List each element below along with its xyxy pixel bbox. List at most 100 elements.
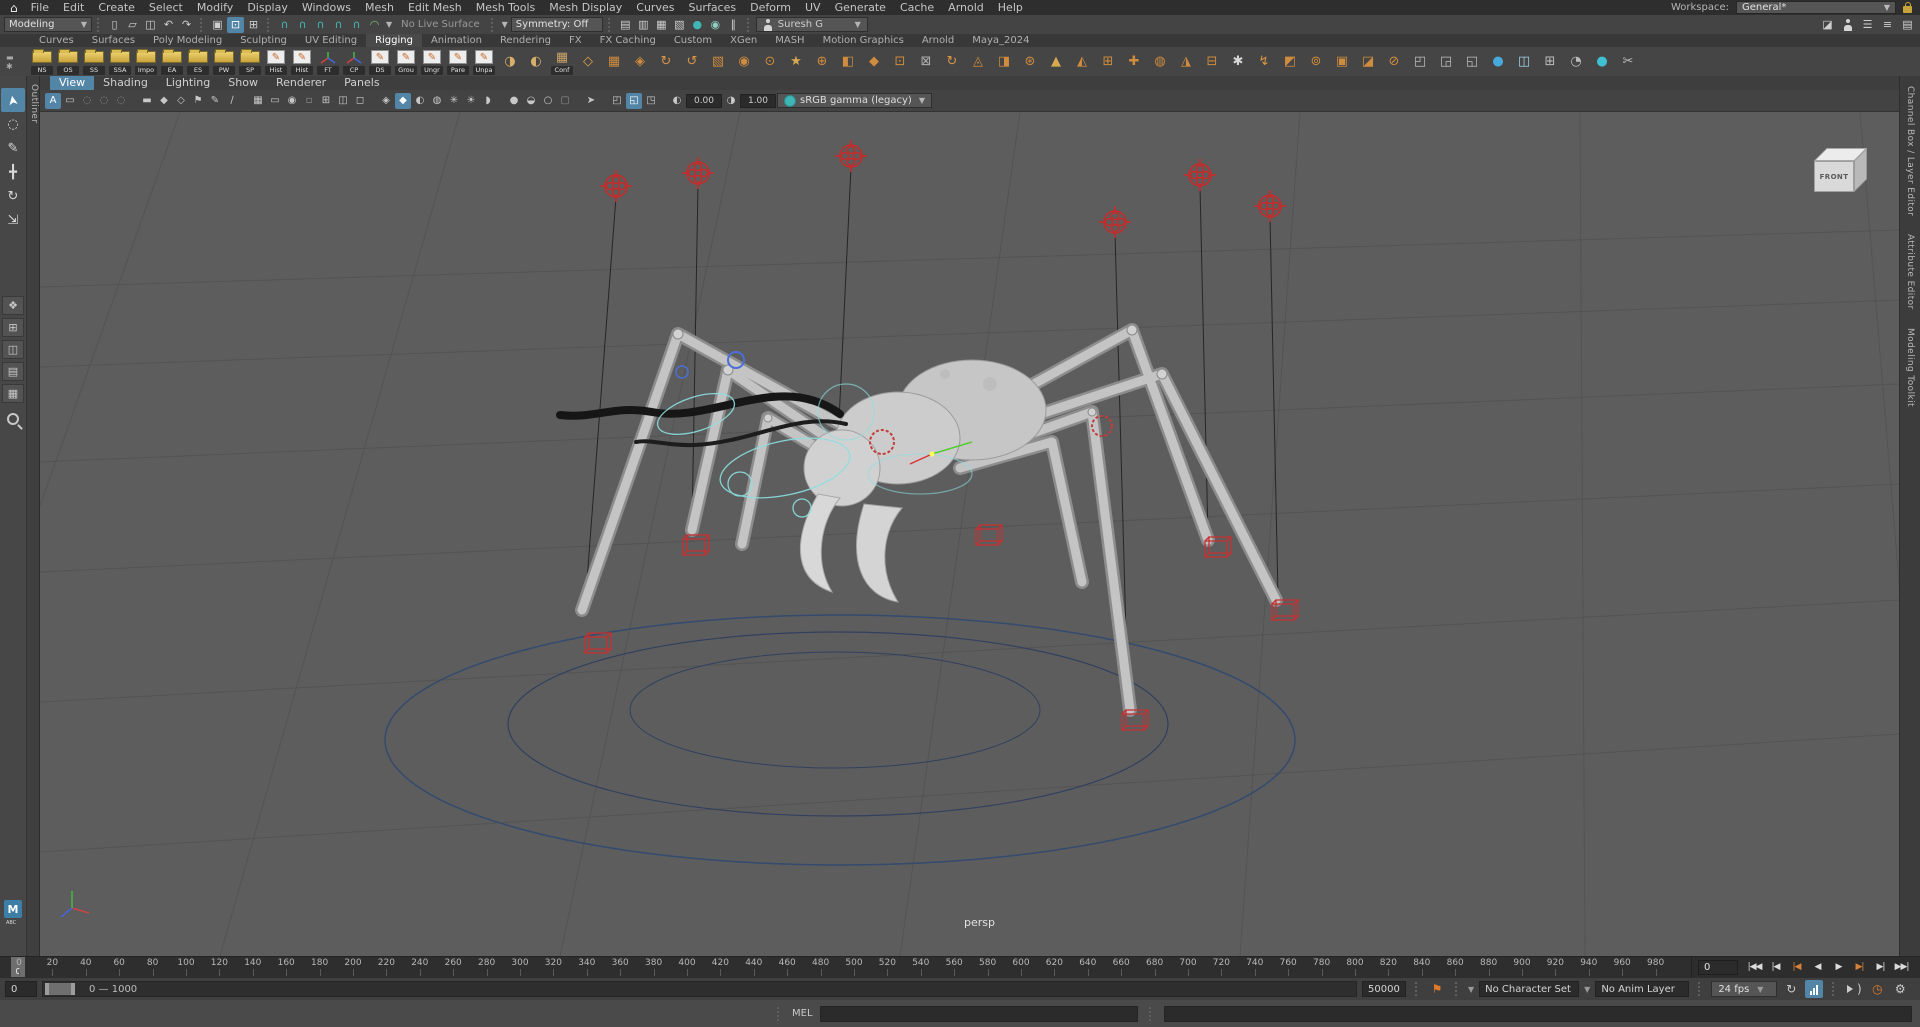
layout-split-pane-button[interactable]: ▦ bbox=[2, 384, 24, 403]
snap-projected-center-icon[interactable]: ∩ bbox=[330, 17, 347, 33]
pause-icon[interactable]: ∥ bbox=[725, 17, 742, 33]
select-hierarchy-icon[interactable]: ▣ bbox=[209, 17, 226, 33]
drag-handle[interactable] bbox=[1148, 1006, 1153, 1021]
animation-start-field[interactable]: 0 bbox=[5, 981, 37, 997]
playblast-icon[interactable]: ▬ bbox=[139, 93, 155, 109]
drag-handle[interactable] bbox=[1455, 982, 1459, 996]
film-gate-icon[interactable]: ▭ bbox=[62, 93, 78, 109]
lock-icon[interactable] bbox=[1903, 1, 1912, 13]
shelf-button[interactable]: ◭ bbox=[1070, 49, 1094, 75]
command-input-field[interactable] bbox=[819, 1005, 1138, 1022]
select-component-icon[interactable]: ⊞ bbox=[245, 17, 262, 33]
snap-curve-icon[interactable]: ∩ bbox=[294, 17, 311, 33]
shelf-button-sp[interactable]: SP bbox=[238, 49, 262, 75]
sidebar-tab-channel-box-layer-editor[interactable]: Channel Box / Layer Editor bbox=[1905, 86, 1915, 216]
image-plane-icon[interactable]: ◌ bbox=[113, 93, 129, 109]
ik-handles[interactable] bbox=[599, 139, 1287, 239]
render-view-icon[interactable]: ◉ bbox=[707, 17, 724, 33]
shelf-button-grou[interactable]: ✎ Grou bbox=[394, 49, 418, 75]
menu-help[interactable]: Help bbox=[991, 0, 1030, 15]
shelf-button[interactable]: ↯ bbox=[1252, 49, 1276, 75]
shelf-gear-icon[interactable]: ✱ bbox=[6, 62, 14, 71]
shelf-button[interactable]: ⊡ bbox=[888, 49, 912, 75]
menu-mesh-tools[interactable]: Mesh Tools bbox=[469, 0, 543, 15]
move-tool[interactable]: ╋ bbox=[1, 160, 25, 184]
auto-keyframe-icon[interactable]: ◷ bbox=[1868, 980, 1886, 998]
shelf-button[interactable]: ⊞ bbox=[1096, 49, 1120, 75]
new-scene-icon[interactable]: ▯ bbox=[106, 17, 123, 33]
panel-menu-show[interactable]: Show bbox=[219, 76, 267, 90]
symmetry-dropdown[interactable]: Symmetry: Off bbox=[510, 17, 603, 32]
command-language-toggle[interactable]: MEL bbox=[792, 1008, 813, 1019]
shelf-button[interactable]: ✂ bbox=[1616, 49, 1640, 75]
xray-active-icon[interactable]: ○ bbox=[540, 93, 556, 109]
spider-body[interactable] bbox=[799, 359, 1047, 603]
shelf-button[interactable]: ⊚ bbox=[1304, 49, 1328, 75]
drag-handle[interactable] bbox=[200, 17, 204, 32]
view-flag-icon[interactable]: ⚑ bbox=[190, 93, 206, 109]
go-to-start-button[interactable]: |◀◀ bbox=[1744, 957, 1765, 977]
shelf-button[interactable]: ◉ bbox=[732, 49, 756, 75]
shelf-button-ds[interactable]: ✎ DS bbox=[368, 49, 392, 75]
shelf-options[interactable]: ▬ ✱ bbox=[6, 47, 14, 76]
select-object-icon[interactable]: ⊡ bbox=[227, 16, 244, 33]
fps-dropdown[interactable]: 24 fps ▼ bbox=[1711, 981, 1778, 997]
shelf-tab-custom[interactable]: Custom bbox=[665, 34, 721, 47]
gamma-icon[interactable]: ◑ bbox=[723, 93, 739, 109]
shelf-button[interactable]: ▧ bbox=[706, 49, 730, 75]
menu-arnold[interactable]: Arnold bbox=[941, 0, 991, 15]
shelf-button[interactable]: ◪ bbox=[1356, 49, 1380, 75]
viewport-scene[interactable]: persp bbox=[40, 112, 1899, 956]
audio-mute-icon[interactable]: ) bbox=[1845, 980, 1863, 998]
workspace-dropdown[interactable]: General* ▼ bbox=[1736, 1, 1896, 14]
menu-mesh-display[interactable]: Mesh Display bbox=[542, 0, 629, 15]
shelf-button[interactable]: ✱ bbox=[1226, 49, 1250, 75]
command-output-field[interactable] bbox=[1163, 1005, 1912, 1022]
drag-handle[interactable] bbox=[267, 17, 271, 32]
gpu-override-icon[interactable]: ◳ bbox=[643, 93, 659, 109]
panel-menu-renderer[interactable]: Renderer bbox=[267, 76, 335, 90]
playback-loop-icon[interactable]: ↻ bbox=[1782, 980, 1800, 998]
sidebar-tab-modeling-toolkit[interactable]: Modeling Toolkit bbox=[1905, 328, 1915, 407]
shelf-button-hist[interactable]: ✎ Hist bbox=[290, 49, 314, 75]
chevron-down-icon[interactable]: ▼ bbox=[1468, 985, 1474, 994]
view-cube[interactable]: FRONT bbox=[1807, 148, 1873, 204]
animation-end-field[interactable]: 50000 bbox=[1362, 981, 1406, 997]
cached-playback-icon[interactable] bbox=[1805, 980, 1824, 998]
camera-attributes-icon[interactable]: A bbox=[45, 92, 61, 109]
shelf-button[interactable]: ↻ bbox=[654, 49, 678, 75]
user-account-dropdown[interactable]: Suresh G ▼ bbox=[755, 17, 868, 32]
shelf-button-unpa[interactable]: ✎ Unpa bbox=[472, 49, 496, 75]
play-backwards-button[interactable]: ◀ bbox=[1807, 957, 1828, 977]
menu-edit[interactable]: Edit bbox=[56, 0, 91, 15]
shelf-button[interactable]: ◲ bbox=[1434, 49, 1458, 75]
xray-icon[interactable]: ● bbox=[506, 93, 522, 109]
shelf-button[interactable]: ✚ bbox=[1122, 49, 1146, 75]
shelf-button[interactable]: ↺ bbox=[680, 49, 704, 75]
shelf-button-impo[interactable]: Impo bbox=[134, 49, 158, 75]
layout-four-pane-button[interactable]: ⊞ bbox=[2, 318, 24, 337]
shelf-collapse-icon[interactable]: ▬ bbox=[6, 53, 14, 62]
shelf-button[interactable]: ◔ bbox=[1564, 49, 1588, 75]
drag-handle[interactable] bbox=[777, 1006, 781, 1021]
snap-point-icon[interactable]: ∩ bbox=[312, 17, 329, 33]
display-layers-icon[interactable]: ▤ bbox=[1899, 17, 1916, 33]
panel-menu-view[interactable]: View bbox=[50, 76, 95, 90]
paint-select-tool[interactable]: ✎ bbox=[1, 136, 25, 160]
channel-box-icon[interactable]: ☰ bbox=[1859, 17, 1876, 33]
render-settings-icon[interactable]: ▦ bbox=[653, 17, 670, 33]
shelf-button[interactable]: ★ bbox=[784, 49, 808, 75]
open-scene-icon[interactable]: ▱ bbox=[124, 17, 141, 33]
camera-bookmark-icon[interactable]: ◌ bbox=[96, 93, 112, 109]
field-chart-icon[interactable]: ◉ bbox=[284, 93, 300, 109]
shelf-button[interactable]: ● bbox=[1486, 49, 1510, 75]
ambient-occlusion-icon[interactable]: ☀ bbox=[463, 93, 479, 109]
range-slider-handle[interactable] bbox=[45, 983, 75, 995]
panel-menu-lighting[interactable]: Lighting bbox=[157, 76, 219, 90]
shelf-button[interactable]: ⊞ bbox=[1538, 49, 1562, 75]
make-live-icon[interactable]: ◠ bbox=[366, 17, 383, 33]
maya-home-icon[interactable]: ⌂ bbox=[4, 1, 24, 15]
save-scene-icon[interactable]: ◫ bbox=[142, 17, 159, 33]
use-all-lights-icon[interactable]: ◍ bbox=[429, 93, 445, 109]
bookmark-icon[interactable]: ⚑ bbox=[1428, 980, 1446, 998]
